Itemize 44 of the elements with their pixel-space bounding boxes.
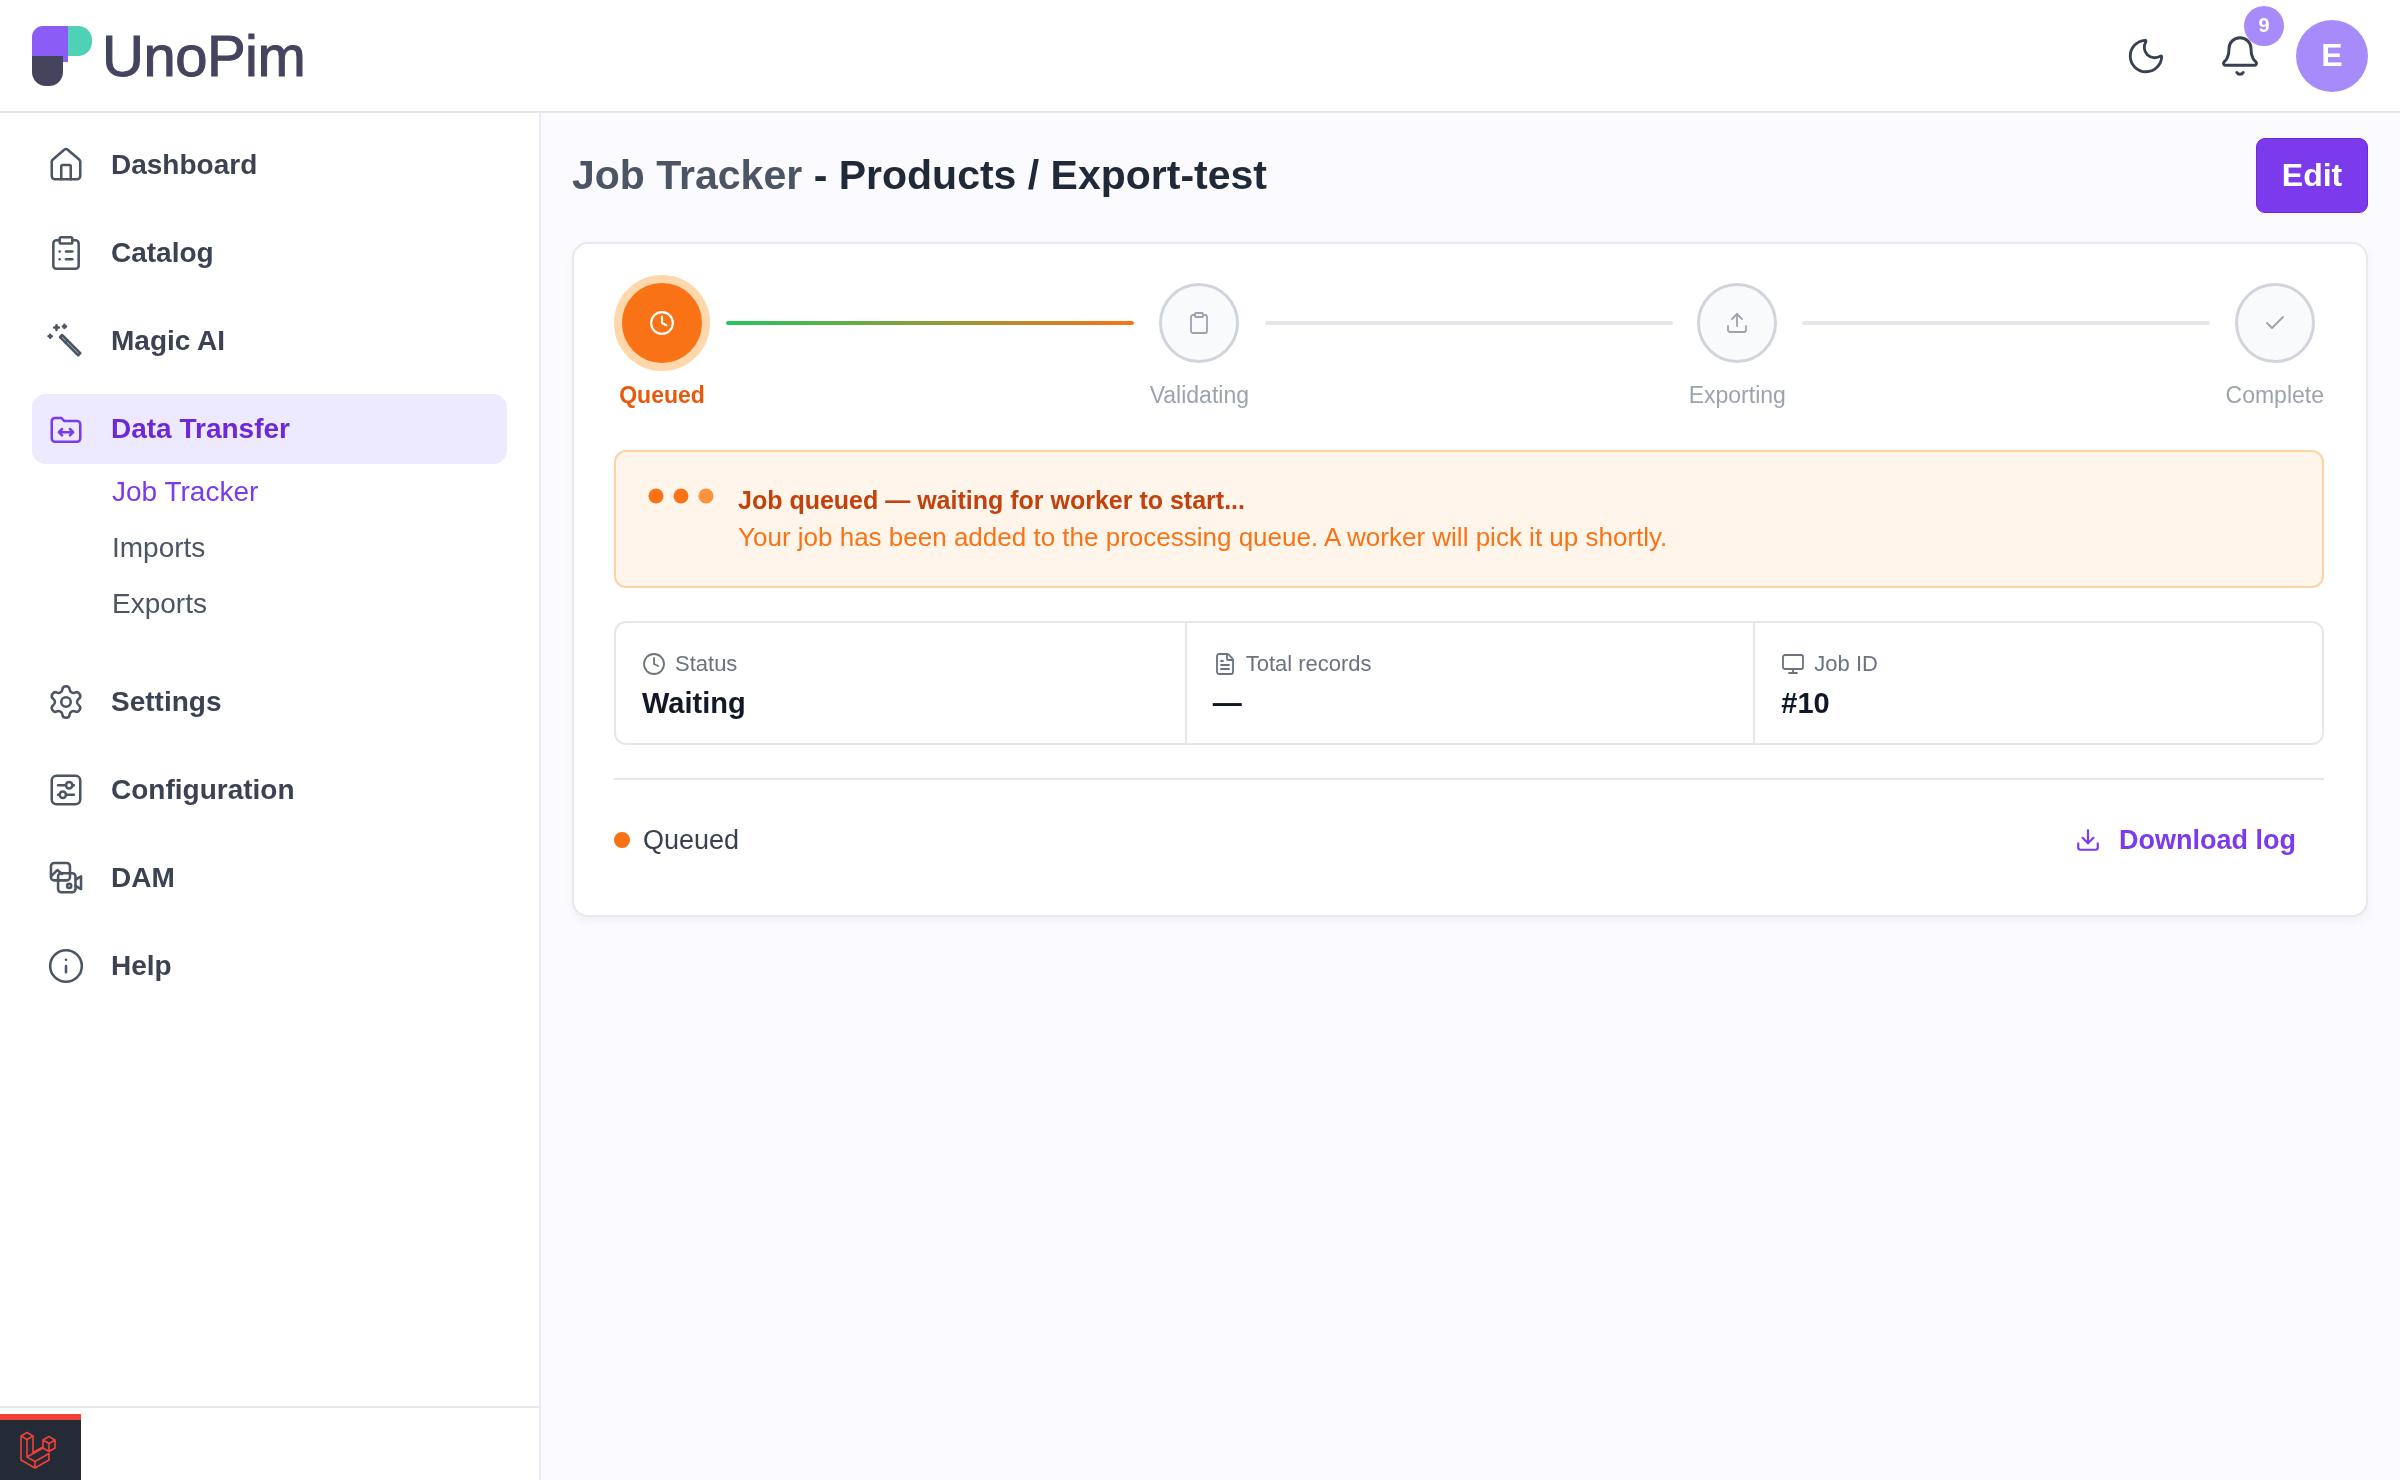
stat-label: Total records <box>1245 651 1372 677</box>
home-icon <box>47 146 85 184</box>
debug-toolbar-button[interactable] <box>0 1414 81 1480</box>
step-label: Validating <box>1149 381 1249 410</box>
step-label: Queued <box>619 381 705 410</box>
alert-message: Your job has been added to the processing queue. A worker will pick it up shortly. <box>738 521 1668 554</box>
stat-value: #10 <box>1781 686 1830 721</box>
status-text: Queued <box>643 824 740 856</box>
sidebar-subitem[interactable]: Imports <box>112 532 206 564</box>
step-label: Exporting <box>1688 381 1786 410</box>
notification-count: 9 <box>2244 5 2284 46</box>
sidebar-item[interactable]: Settings <box>32 667 507 737</box>
stat-label: Status <box>675 651 738 677</box>
stat-value: — <box>1212 686 1242 721</box>
sidebar-subitem[interactable]: Job Tracker <box>112 476 259 508</box>
breadcrumb-link[interactable]: Job Tracker <box>572 152 803 199</box>
clock-icon <box>642 652 666 676</box>
logo-icon <box>32 25 92 86</box>
monitor-icon <box>1781 652 1806 676</box>
alert-title: Job queued — waiting for worker to start... <box>738 485 1246 516</box>
upload-icon <box>1725 311 1750 335</box>
stat-value: Waiting <box>642 686 746 721</box>
download-icon <box>2075 827 2101 853</box>
sidebar-item[interactable]: Help <box>32 931 507 1001</box>
sidebar-item[interactable]: Catalog <box>32 218 507 288</box>
sidebar-item[interactable]: Dashboard <box>32 130 507 200</box>
sidebar-subitem[interactable]: Exports <box>112 588 207 620</box>
stat-label: Job ID <box>1814 651 1878 677</box>
loading-dots-icon <box>648 488 714 504</box>
sidebar-item[interactable]: Data Transfer <box>32 394 507 464</box>
page-title: - Products / Export-test <box>813 152 1267 199</box>
info-icon <box>47 947 85 985</box>
logo-text: UnoPim <box>102 26 306 85</box>
edit-button[interactable]: Edit <box>2256 138 2368 213</box>
download-log-link[interactable]: Download log <box>2075 824 2296 856</box>
sidebar-item[interactable]: Configuration <box>32 755 507 825</box>
sidebar-item[interactable]: Magic AI <box>32 306 507 376</box>
image-camera-icon <box>47 859 85 897</box>
step-label: Complete <box>2225 381 2324 410</box>
clock-icon <box>649 310 675 336</box>
status-dot <box>614 832 630 848</box>
sliders-icon <box>47 771 85 809</box>
gear-icon <box>47 683 85 721</box>
sidebar-item[interactable]: DAM <box>32 843 507 913</box>
